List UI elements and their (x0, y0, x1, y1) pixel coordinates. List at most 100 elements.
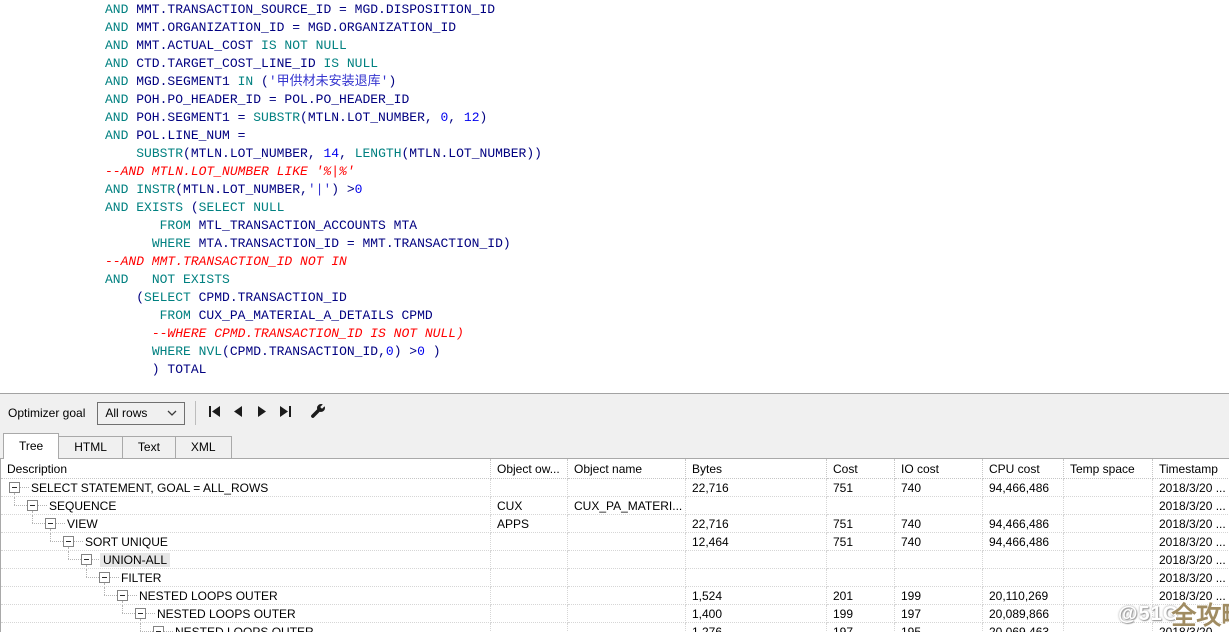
cell-bytes: 1,400 (686, 605, 827, 623)
tree-connector (68, 551, 69, 559)
sql-line: SUBSTR(MTLN.LOT_NUMBER, 14, LENGTH(MTLN.… (105, 145, 1229, 163)
tree-collapse-icon[interactable] (135, 608, 146, 619)
cell-object_name (568, 587, 686, 605)
tree-node-label[interactable]: UNION-ALL (100, 553, 170, 567)
cell-bytes: 22,716 (686, 515, 827, 533)
tree-cell: NESTED LOOPS OUTER (1, 605, 491, 623)
minus-glyph (120, 595, 125, 596)
cell-temp_space (1064, 497, 1153, 515)
tree-connector (86, 569, 87, 577)
plan-tree-row[interactable]: SEQUENCECUXCUX_PA_MATERI...2018/3/20 ... (1, 497, 1229, 515)
tree-node-label[interactable]: NESTED LOOPS OUTER (154, 607, 299, 621)
sql-line: AND INSTR(MTLN.LOT_NUMBER,'|') >0 (105, 181, 1229, 199)
sql-line: AND MMT.ORGANIZATION_ID = MGD.ORGANIZATI… (105, 19, 1229, 37)
cell-io_cost (895, 569, 983, 587)
previous-record-button[interactable] (226, 401, 250, 425)
tree-node-label[interactable]: SEQUENCE (46, 499, 119, 513)
plan-tree-row[interactable]: SORT UNIQUE 12,46475174094,466,486 2018/3/… (1, 533, 1229, 551)
sql-line: WHERE MTA.TRANSACTION_ID = MMT.TRANSACTI… (105, 235, 1229, 253)
tree-connector (50, 533, 51, 541)
cell-object_owner (491, 587, 568, 605)
sql-editor[interactable]: AND MMT.TRANSACTION_SOURCE_ID = MGD.DISP… (0, 0, 1229, 393)
cell-io_cost (895, 497, 983, 515)
tree-collapse-icon[interactable] (81, 554, 92, 565)
last-record-button[interactable] (274, 401, 298, 425)
column-header-cost[interactable]: Cost (827, 459, 895, 479)
tree-connector (86, 577, 99, 578)
plan-tree-row[interactable]: NESTED LOOPS OUTER1,27619719520,069,4632… (1, 623, 1229, 632)
cell-object_name (568, 623, 686, 632)
plan-tree-row[interactable]: SELECT STATEMENT, GOAL = ALL_ROWS22,7167… (1, 479, 1229, 497)
minus-glyph (48, 523, 53, 524)
sql-code: AND MMT.TRANSACTION_SOURCE_ID = MGD.DISP… (0, 0, 1229, 379)
plan-tree-row[interactable]: FILTER 2018/3/20 ... (1, 569, 1229, 587)
cell-temp_space (1064, 569, 1153, 587)
plan-tree-row[interactable]: NESTED LOOPS OUTER1,52420119920,110,2692… (1, 587, 1229, 605)
cell-object_owner (491, 533, 568, 551)
cell-cpu_cost: 20,110,269 (983, 587, 1064, 605)
column-header-bytes[interactable]: Bytes (686, 459, 827, 479)
optimizer-goal-select[interactable]: All rows (97, 402, 185, 425)
tree-node-label[interactable]: SELECT STATEMENT, GOAL = ALL_ROWS (28, 481, 271, 495)
optimizer-goal-label: Optimizer goal (8, 406, 85, 420)
cell-io_cost (895, 551, 983, 569)
cell-cost: 751 (827, 515, 895, 533)
cell-bytes (686, 497, 827, 515)
column-header-io_cost[interactable]: IO cost (895, 459, 983, 479)
cell-object_owner: APPS (491, 515, 568, 533)
tree-collapse-icon[interactable] (45, 518, 56, 529)
minus-glyph (66, 541, 71, 542)
tab-tree[interactable]: Tree (3, 433, 59, 459)
cell-object_owner: CUX (491, 497, 568, 515)
tree-collapse-icon[interactable] (99, 572, 110, 583)
cell-cost: 751 (827, 533, 895, 551)
cell-bytes: 12,464 (686, 533, 827, 551)
sql-line: WHERE NVL(CPMD.TRANSACTION_ID,0) >0 ) (105, 343, 1229, 361)
tree-node-label[interactable]: VIEW (64, 517, 101, 531)
tree-connector (14, 497, 15, 505)
column-header-cpu_cost[interactable]: CPU cost (983, 459, 1064, 479)
cell-io_cost: 199 (895, 587, 983, 605)
tab-xml[interactable]: XML (175, 436, 232, 458)
tree-node-label[interactable]: SORT UNIQUE (82, 535, 171, 549)
tree-node-label[interactable]: NESTED LOOPS OUTER (172, 625, 317, 632)
tree-collapse-icon[interactable] (27, 500, 38, 511)
cell-timestamp: 2018/3/20 ... (1153, 569, 1229, 587)
cell-timestamp: 2018/3/20 ... (1153, 551, 1229, 569)
watermark-label: 全攻略 (1171, 596, 1229, 632)
column-header-timestamp[interactable]: Timestamp (1153, 459, 1229, 479)
sql-line: AND POL.LINE_NUM = (105, 127, 1229, 145)
tab-html[interactable]: HTML (58, 436, 123, 458)
wrench-icon (310, 404, 326, 423)
plan-tree-row[interactable]: NESTED LOOPS OUTER1,40019919720,089,866 (1, 605, 1229, 623)
next-record-button[interactable] (250, 401, 274, 425)
cell-timestamp: 2018/3/20 ... (1153, 533, 1229, 551)
tree-collapse-icon[interactable] (63, 536, 74, 547)
sql-line: AND EXISTS (SELECT NULL (105, 199, 1229, 217)
first-record-button[interactable] (202, 401, 226, 425)
column-header-object_name[interactable]: Object name (568, 459, 686, 479)
tree-node-label[interactable]: FILTER (118, 571, 164, 585)
tree-collapse-icon[interactable] (117, 590, 128, 601)
cell-cpu_cost: 94,466,486 (983, 533, 1064, 551)
plan-tree-row[interactable]: VIEWAPPS22,71675174094,466,4862018/3/20 … (1, 515, 1229, 533)
plan-tree-row[interactable]: UNION-ALL 2018/3/20 ... (1, 551, 1229, 569)
minus-glyph (30, 505, 35, 506)
cell-cost (827, 497, 895, 515)
column-header-object_owner[interactable]: Object ow... (491, 459, 568, 479)
cell-cost: 197 (827, 623, 895, 632)
tree-node-label[interactable]: NESTED LOOPS OUTER (136, 589, 281, 603)
tree-collapse-icon[interactable] (153, 626, 164, 632)
cell-object_owner (491, 605, 568, 623)
cell-temp_space (1064, 533, 1153, 551)
plan-table-body: SELECT STATEMENT, GOAL = ALL_ROWS22,7167… (1, 479, 1229, 632)
cell-io_cost: 740 (895, 533, 983, 551)
tab-text[interactable]: Text (122, 436, 176, 458)
plan-settings-button[interactable] (306, 401, 330, 425)
previous-record-icon (232, 405, 244, 421)
column-header-description[interactable]: Description (1, 459, 491, 479)
minus-glyph (102, 577, 107, 578)
column-header-temp_space[interactable]: Temp space (1064, 459, 1153, 479)
tree-collapse-icon[interactable] (9, 482, 20, 493)
cell-cpu_cost: 20,089,866 (983, 605, 1064, 623)
